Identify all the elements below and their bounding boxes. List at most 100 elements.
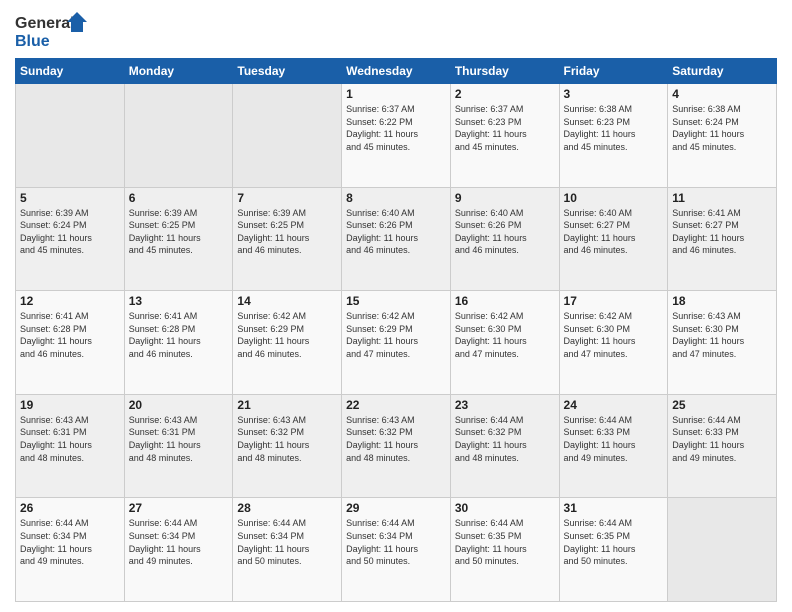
- calendar-cell: 10 Sunrise: 6:40 AM Sunset: 6:27 PM Dayli…: [559, 187, 668, 291]
- day-info: Sunrise: 6:43 AM Sunset: 6:30 PM Dayligh…: [672, 310, 772, 360]
- day-number: 21: [237, 398, 337, 412]
- calendar-cell: 3 Sunrise: 6:38 AM Sunset: 6:23 PM Daylig…: [559, 84, 668, 188]
- week-row-5: 26 Sunrise: 6:44 AM Sunset: 6:34 PM Dayli…: [16, 498, 777, 602]
- calendar-cell: 17Sunrise: 6:42 AM Sunset: 6:30 PM Dayli…: [559, 291, 668, 395]
- day-number: 11: [672, 191, 772, 205]
- day-number: 14: [237, 294, 337, 308]
- calendar-cell: 24 Sunrise: 6:44 AM Sunset: 6:33 PM Dayli…: [559, 394, 668, 498]
- day-info: Sunrise: 6:44 AM Sunset: 6:34 PM Dayligh…: [129, 517, 229, 567]
- calendar-cell: 19 Sunrise: 6:43 AM Sunset: 6:31 PM Dayli…: [16, 394, 125, 498]
- day-info: Sunrise: 6:44 AM Sunset: 6:34 PM Dayligh…: [20, 517, 120, 567]
- day-number: 8: [346, 191, 446, 205]
- calendar-cell: 4 Sunrise: 6:38 AM Sunset: 6:24 PM Daylig…: [668, 84, 777, 188]
- calendar-cell: 27 Sunrise: 6:44 AM Sunset: 6:34 PM Dayli…: [124, 498, 233, 602]
- day-info: Sunrise: 6:40 AM Sunset: 6:27 PM Dayligh…: [564, 207, 664, 257]
- svg-text:Blue: Blue: [15, 33, 50, 50]
- day-info: Sunrise: 6:38 AM Sunset: 6:24 PM Dayligh…: [672, 103, 772, 153]
- header-friday: Friday: [559, 59, 668, 84]
- day-info: Sunrise: 6:43 AM Sunset: 6:31 PM Dayligh…: [129, 414, 229, 464]
- day-info: Sunrise: 6:41 AM Sunset: 6:28 PM Dayligh…: [20, 310, 120, 360]
- day-number: 5: [20, 191, 120, 205]
- week-row-4: 19 Sunrise: 6:43 AM Sunset: 6:31 PM Dayli…: [16, 394, 777, 498]
- day-number: 15: [346, 294, 446, 308]
- day-number: 19: [20, 398, 120, 412]
- calendar-cell: 1 Sunrise: 6:37 AM Sunset: 6:22 PM Daylig…: [342, 84, 451, 188]
- day-info: Sunrise: 6:40 AM Sunset: 6:26 PM Dayligh…: [346, 207, 446, 257]
- day-number: 16: [455, 294, 555, 308]
- svg-text:General: General: [15, 15, 75, 32]
- calendar-cell: 20 Sunrise: 6:43 AM Sunset: 6:31 PM Dayli…: [124, 394, 233, 498]
- header-thursday: Thursday: [450, 59, 559, 84]
- week-row-3: 12 Sunrise: 6:41 AM Sunset: 6:28 PM Dayli…: [16, 291, 777, 395]
- day-info: Sunrise: 6:37 AM Sunset: 6:23 PM Dayligh…: [455, 103, 555, 153]
- calendar-cell: [124, 84, 233, 188]
- calendar-cell: 8 Sunrise: 6:40 AM Sunset: 6:26 PM Daylig…: [342, 187, 451, 291]
- day-info: Sunrise: 6:42 AM Sunset: 6:29 PM Dayligh…: [346, 310, 446, 360]
- calendar-cell: 22Sunrise: 6:43 AM Sunset: 6:32 PM Dayli…: [342, 394, 451, 498]
- day-info: Sunrise: 6:44 AM Sunset: 6:32 PM Dayligh…: [455, 414, 555, 464]
- day-info: Sunrise: 6:42 AM Sunset: 6:29 PM Dayligh…: [237, 310, 337, 360]
- header-monday: Monday: [124, 59, 233, 84]
- day-info: Sunrise: 6:40 AM Sunset: 6:26 PM Dayligh…: [455, 207, 555, 257]
- day-info: Sunrise: 6:43 AM Sunset: 6:32 PM Dayligh…: [346, 414, 446, 464]
- calendar-cell: 21 Sunrise: 6:43 AM Sunset: 6:32 PM Dayli…: [233, 394, 342, 498]
- day-info: Sunrise: 6:44 AM Sunset: 6:35 PM Dayligh…: [564, 517, 664, 567]
- day-info: Sunrise: 6:37 AM Sunset: 6:22 PM Dayligh…: [346, 103, 446, 153]
- day-info: Sunrise: 6:44 AM Sunset: 6:33 PM Dayligh…: [564, 414, 664, 464]
- page: GeneralBlue SundayMondayTuesdayWednesday…: [0, 0, 792, 612]
- day-number: 4: [672, 87, 772, 101]
- calendar-cell: 29Sunrise: 6:44 AM Sunset: 6:34 PM Dayli…: [342, 498, 451, 602]
- day-number: 6: [129, 191, 229, 205]
- calendar-cell: [668, 498, 777, 602]
- week-row-1: 1 Sunrise: 6:37 AM Sunset: 6:22 PM Daylig…: [16, 84, 777, 188]
- day-number: 13: [129, 294, 229, 308]
- day-number: 9: [455, 191, 555, 205]
- calendar-header-row: SundayMondayTuesdayWednesdayThursdayFrid…: [16, 59, 777, 84]
- day-number: 2: [455, 87, 555, 101]
- day-number: 18: [672, 294, 772, 308]
- day-number: 20: [129, 398, 229, 412]
- day-number: 10: [564, 191, 664, 205]
- calendar-cell: 23Sunrise: 6:44 AM Sunset: 6:32 PM Dayli…: [450, 394, 559, 498]
- day-info: Sunrise: 6:42 AM Sunset: 6:30 PM Dayligh…: [455, 310, 555, 360]
- calendar-cell: [233, 84, 342, 188]
- calendar-cell: 9 Sunrise: 6:40 AM Sunset: 6:26 PM Daylig…: [450, 187, 559, 291]
- day-number: 7: [237, 191, 337, 205]
- calendar-cell: 2 Sunrise: 6:37 AM Sunset: 6:23 PM Daylig…: [450, 84, 559, 188]
- day-number: 25: [672, 398, 772, 412]
- calendar-cell: 12 Sunrise: 6:41 AM Sunset: 6:28 PM Dayli…: [16, 291, 125, 395]
- day-info: Sunrise: 6:39 AM Sunset: 6:25 PM Dayligh…: [237, 207, 337, 257]
- calendar-cell: 5 Sunrise: 6:39 AM Sunset: 6:24 PM Daylig…: [16, 187, 125, 291]
- day-number: 31: [564, 501, 664, 515]
- day-info: Sunrise: 6:38 AM Sunset: 6:23 PM Dayligh…: [564, 103, 664, 153]
- day-number: 27: [129, 501, 229, 515]
- day-number: 12: [20, 294, 120, 308]
- header: GeneralBlue: [15, 10, 777, 50]
- day-number: 28: [237, 501, 337, 515]
- header-tuesday: Tuesday: [233, 59, 342, 84]
- calendar-cell: 18 Sunrise: 6:43 AM Sunset: 6:30 PM Dayli…: [668, 291, 777, 395]
- day-info: Sunrise: 6:44 AM Sunset: 6:35 PM Dayligh…: [455, 517, 555, 567]
- day-info: Sunrise: 6:44 AM Sunset: 6:34 PM Dayligh…: [237, 517, 337, 567]
- calendar-cell: 30Sunrise: 6:44 AM Sunset: 6:35 PM Dayli…: [450, 498, 559, 602]
- header-sunday: Sunday: [16, 59, 125, 84]
- day-info: Sunrise: 6:41 AM Sunset: 6:27 PM Dayligh…: [672, 207, 772, 257]
- day-number: 26: [20, 501, 120, 515]
- calendar-cell: 7 Sunrise: 6:39 AM Sunset: 6:25 PM Daylig…: [233, 187, 342, 291]
- day-info: Sunrise: 6:43 AM Sunset: 6:31 PM Dayligh…: [20, 414, 120, 464]
- calendar-cell: 11 Sunrise: 6:41 AM Sunset: 6:27 PM Dayli…: [668, 187, 777, 291]
- logo-svg: GeneralBlue: [15, 10, 95, 50]
- day-number: 29: [346, 501, 446, 515]
- calendar-cell: 26 Sunrise: 6:44 AM Sunset: 6:34 PM Dayli…: [16, 498, 125, 602]
- day-info: Sunrise: 6:39 AM Sunset: 6:25 PM Dayligh…: [129, 207, 229, 257]
- day-number: 24: [564, 398, 664, 412]
- day-info: Sunrise: 6:44 AM Sunset: 6:33 PM Dayligh…: [672, 414, 772, 464]
- day-info: Sunrise: 6:43 AM Sunset: 6:32 PM Dayligh…: [237, 414, 337, 464]
- calendar-cell: 6 Sunrise: 6:39 AM Sunset: 6:25 PM Daylig…: [124, 187, 233, 291]
- calendar-cell: 15 Sunrise: 6:42 AM Sunset: 6:29 PM Dayli…: [342, 291, 451, 395]
- calendar-cell: 16 Sunrise: 6:42 AM Sunset: 6:30 PM Dayli…: [450, 291, 559, 395]
- day-number: 1: [346, 87, 446, 101]
- day-info: Sunrise: 6:39 AM Sunset: 6:24 PM Dayligh…: [20, 207, 120, 257]
- day-number: 3: [564, 87, 664, 101]
- day-info: Sunrise: 6:41 AM Sunset: 6:28 PM Dayligh…: [129, 310, 229, 360]
